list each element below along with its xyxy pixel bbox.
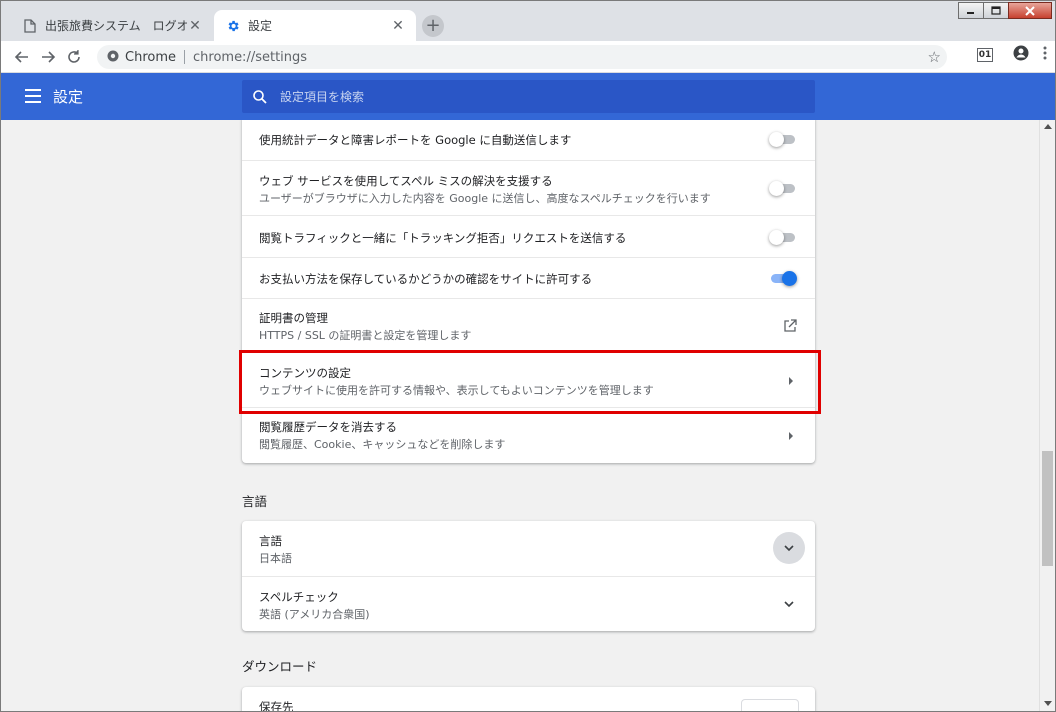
- window-controls: [958, 2, 1052, 19]
- row-primary: お支払い方法を保存しているかどうかの確認をサイトに許可する: [259, 272, 593, 286]
- profile-icon[interactable]: [1013, 45, 1029, 64]
- tab-travel-logon[interactable]: 出張旅費システム ログオン ✕: [11, 10, 213, 41]
- maximize-button[interactable]: [983, 2, 1009, 19]
- setting-row-usage-stats[interactable]: 使用統計データと障害レポートを Google に自動送信します: [242, 120, 815, 160]
- scroll-down-arrow-icon[interactable]: [1044, 701, 1052, 706]
- tab-title: 設定: [248, 19, 273, 33]
- setting-row-spell-service[interactable]: ウェブ サービスを使用してスペル ミスの解決を支援する ユーザーがブラウザに入力…: [242, 160, 815, 215]
- setting-row-languages[interactable]: 言語 日本語: [242, 521, 815, 576]
- chevron-down-icon: [784, 601, 794, 608]
- omnibox[interactable]: Chrome chrome://settings ☆: [97, 45, 947, 69]
- language-card: 言語 日本語 スペルチェック 英語 (アメリカ合衆国): [242, 521, 815, 631]
- chevron-right-icon[interactable]: [789, 377, 793, 385]
- close-window-button[interactable]: [1008, 2, 1052, 19]
- chrome-site-icon: [107, 50, 119, 65]
- search-input[interactable]: [280, 89, 780, 104]
- tab-title: 出張旅費システム ログオン: [45, 19, 187, 33]
- chevron-right-icon[interactable]: [789, 432, 793, 440]
- settings-content: 使用統計データと障害レポートを Google に自動送信します ウェブ サービス…: [1, 120, 1039, 712]
- url-text[interactable]: chrome://settings: [193, 50, 307, 65]
- row-primary: 言語: [259, 534, 282, 548]
- expand-spellcheck-button[interactable]: [773, 588, 805, 620]
- do-not-track-toggle[interactable]: [769, 229, 795, 245]
- page-icon: [23, 18, 37, 33]
- tab-settings[interactable]: 設定 ✕: [214, 10, 416, 41]
- search-icon: [252, 89, 268, 105]
- section-title-language: 言語: [242, 494, 268, 509]
- external-link-icon[interactable]: [783, 319, 797, 333]
- setting-row-download-location[interactable]: 保存先: [242, 687, 815, 712]
- omnibox-divider: [184, 50, 185, 64]
- row-primary: ウェブ サービスを使用してスペル ミスの解決を支援する: [259, 174, 553, 188]
- row-secondary: ウェブサイトに使用を許可する情報や、表示してもよいコンテンツを管理します: [259, 384, 654, 397]
- row-secondary: 閲覧履歴、Cookie、キャッシュなどを削除します: [259, 438, 506, 451]
- menu-kebab-icon[interactable]: [1043, 46, 1047, 63]
- scroll-up-arrow-icon[interactable]: [1044, 124, 1052, 129]
- spell-service-toggle[interactable]: [769, 180, 795, 196]
- row-primary: 証明書の管理: [259, 311, 328, 325]
- row-primary: スペルチェック: [259, 590, 339, 604]
- download-card: 保存先: [242, 687, 815, 712]
- setting-row-payment-methods[interactable]: お支払い方法を保存しているかどうかの確認をサイトに許可する: [242, 257, 815, 298]
- setting-row-clear-browsing-data[interactable]: 閲覧履歴データを消去する 閲覧履歴、Cookie、キャッシュなどを削除します: [242, 407, 815, 463]
- hamburger-menu-icon[interactable]: [25, 89, 41, 103]
- back-arrow-icon[interactable]: [9, 44, 35, 70]
- tab-close-icon[interactable]: ✕: [187, 18, 203, 34]
- row-secondary: 日本語: [259, 552, 292, 565]
- expand-languages-button[interactable]: [773, 532, 805, 564]
- row-secondary: ユーザーがブラウザに入力した内容を Google に送信し、高度なスペルチェック…: [259, 192, 711, 205]
- section-title-download: ダウンロード: [242, 659, 318, 674]
- vertical-scrollbar[interactable]: [1039, 120, 1055, 711]
- scrollbar-thumb[interactable]: [1042, 451, 1053, 566]
- row-primary: 閲覧トラフィックと一緒に「トラッキング拒否」リクエストを送信する: [259, 231, 627, 245]
- minimize-button[interactable]: [958, 2, 984, 19]
- page-title: 設定: [53, 88, 84, 106]
- settings-search[interactable]: [242, 80, 815, 113]
- settings-header: 設定: [1, 73, 1055, 120]
- extension-icon[interactable]: 01: [977, 47, 993, 62]
- tab-strip: 出張旅費システム ログオン ✕ 設定 ✕ +: [1, 1, 1055, 41]
- row-primary: 保存先: [259, 700, 294, 712]
- privacy-card: 使用統計データと障害レポートを Google に自動送信します ウェブ サービス…: [242, 120, 815, 463]
- tab-close-icon[interactable]: ✕: [390, 18, 406, 34]
- browser-toolbar: Chrome chrome://settings ☆ 01: [1, 41, 1055, 73]
- setting-row-manage-certificates[interactable]: 証明書の管理 HTTPS / SSL の証明書と設定を管理します: [242, 298, 815, 352]
- forward-arrow-icon[interactable]: [35, 44, 61, 70]
- row-primary: コンテンツの設定: [259, 366, 351, 380]
- row-secondary: 英語 (アメリカ合衆国): [259, 608, 370, 621]
- gear-icon: [226, 19, 240, 33]
- browser-window: 出張旅費システム ログオン ✕ 設定 ✕ + Chrome chrome://s…: [0, 0, 1056, 712]
- setting-row-do-not-track[interactable]: 閲覧トラフィックと一緒に「トラッキング拒否」リクエストを送信する: [242, 215, 815, 257]
- site-label: Chrome: [125, 49, 176, 65]
- row-primary: 閲覧履歴データを消去する: [259, 420, 397, 434]
- toolbar-right: 01: [977, 45, 1047, 64]
- setting-row-content-settings[interactable]: コンテンツの設定 ウェブサイトに使用を許可する情報や、表示してもよいコンテンツを…: [242, 352, 815, 407]
- change-location-button[interactable]: [741, 699, 799, 711]
- setting-row-spellcheck[interactable]: スペルチェック 英語 (アメリカ合衆国): [242, 576, 815, 631]
- row-secondary: HTTPS / SSL の証明書と設定を管理します: [259, 329, 472, 342]
- bookmark-star-icon[interactable]: ☆: [928, 48, 941, 66]
- new-tab-button[interactable]: +: [422, 15, 444, 37]
- payment-methods-toggle[interactable]: [769, 270, 797, 286]
- chevron-down-icon: [784, 545, 794, 552]
- row-primary: 使用統計データと障害レポートを Google に自動送信します: [259, 133, 572, 147]
- usage-stats-toggle[interactable]: [769, 131, 795, 147]
- reload-icon[interactable]: [61, 44, 87, 70]
